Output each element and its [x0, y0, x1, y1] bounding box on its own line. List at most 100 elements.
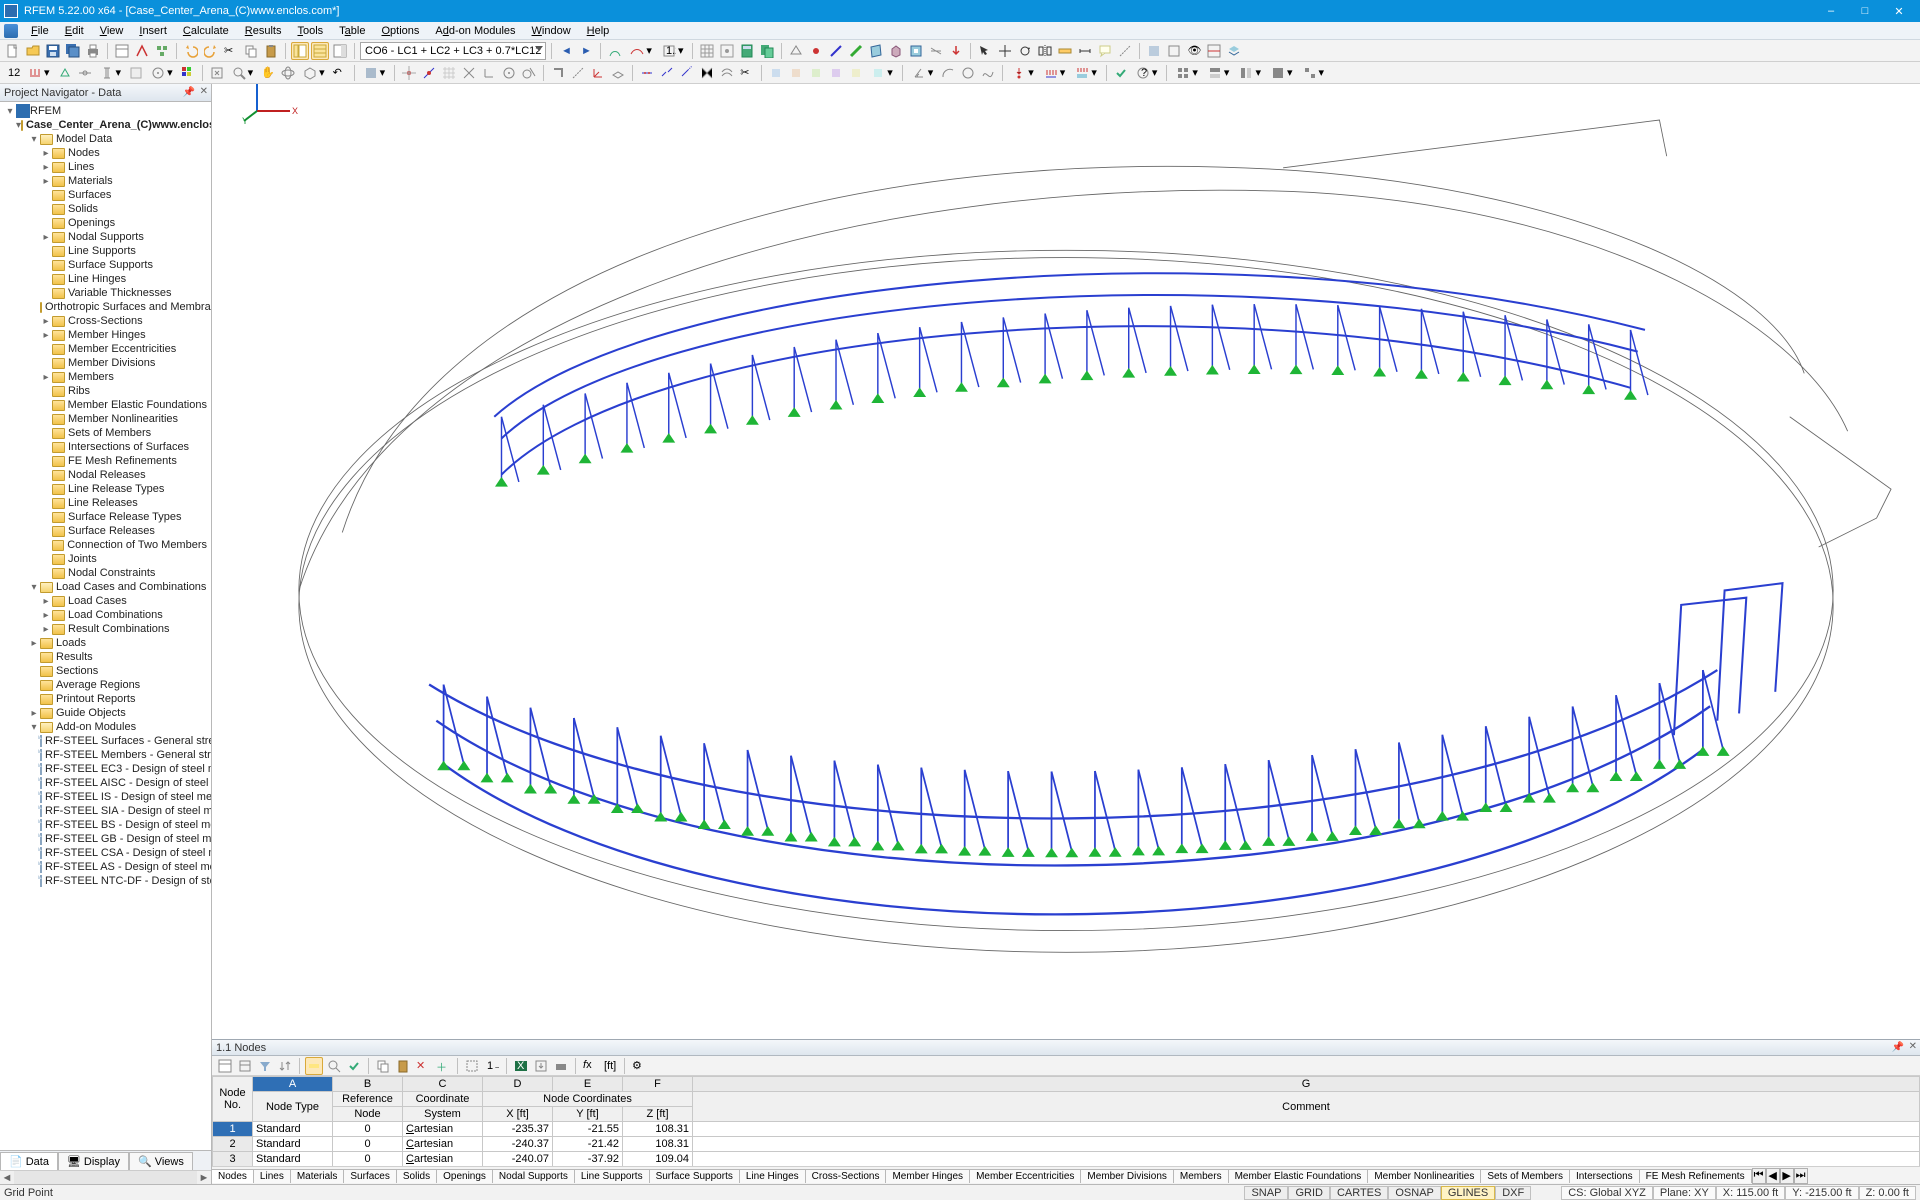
table-tab[interactable]: Surfaces — [343, 1169, 396, 1183]
table-tab[interactable]: Intersections — [1569, 1169, 1640, 1183]
view-solid-icon[interactable] — [1145, 42, 1163, 60]
surface-icon[interactable] — [867, 42, 885, 60]
col-x[interactable]: X [ft] — [483, 1107, 553, 1122]
view-set-4-icon[interactable]: ▾ — [1299, 64, 1329, 82]
status-cs[interactable]: CS: Global XYZ — [1561, 1186, 1653, 1200]
tbl-print-icon[interactable] — [552, 1057, 570, 1075]
open-file-icon[interactable] — [24, 42, 42, 60]
render-mode-icon[interactable]: ▾ — [360, 64, 390, 82]
copy-icon[interactable] — [242, 42, 260, 60]
table-tab[interactable]: Member Nonlinearities — [1367, 1169, 1481, 1183]
redo-icon[interactable] — [202, 42, 220, 60]
tree-item[interactable]: Member Eccentricities — [0, 342, 211, 356]
print-icon[interactable] — [84, 42, 102, 60]
table-tab[interactable]: Member Hinges — [885, 1169, 970, 1183]
tab-nav-button[interactable]: ⏭ — [1794, 1168, 1808, 1184]
tree-item[interactable]: Orthotropic Surfaces and Membrane — [0, 300, 211, 314]
col-z[interactable]: Z [ft] — [623, 1107, 693, 1122]
tbl-open-icon[interactable] — [216, 1057, 234, 1075]
save-icon[interactable] — [44, 42, 62, 60]
tree-item[interactable]: Surface Release Types — [0, 510, 211, 524]
tree-item[interactable]: Openings — [0, 216, 211, 230]
table-tab[interactable]: Solids — [396, 1169, 437, 1183]
col-node-no[interactable]: NodeNo. — [213, 1077, 253, 1122]
tree-item[interactable]: RF-STEEL EC3 - Design of steel mem… — [0, 762, 211, 776]
tree-item[interactable]: Average Regions — [0, 678, 211, 692]
pin-icon[interactable]: 📌 — [1892, 1042, 1904, 1053]
tool-e-icon[interactable] — [847, 64, 865, 82]
tbl-select-icon[interactable] — [463, 1057, 481, 1075]
pin-icon[interactable]: 📌 — [183, 87, 195, 98]
tbl-export-icon[interactable] — [532, 1057, 550, 1075]
menu-tools[interactable]: Tools — [290, 24, 330, 38]
tree-item[interactable]: Surfaces — [0, 188, 211, 202]
show-loads-icon[interactable]: ▾ — [24, 64, 54, 82]
connect-lines-icon[interactable] — [658, 64, 676, 82]
prev-loadcase-icon[interactable]: ◄ — [557, 42, 575, 60]
load-case-combo[interactable]: CO6 - LC1 + LC2 + LC3 + 0.7*LC12 — [360, 42, 546, 60]
tbl-goto-icon[interactable] — [325, 1057, 343, 1075]
tbl-sort-icon[interactable] — [276, 1057, 294, 1075]
model-viewport[interactable]: Z X Y Z X Y — [212, 84, 1920, 1039]
extend-line-icon[interactable] — [678, 64, 696, 82]
tool-b-icon[interactable] — [787, 64, 805, 82]
tbl-units-icon[interactable]: [ft] — [601, 1057, 619, 1075]
view-wire-icon[interactable] — [1165, 42, 1183, 60]
tree-item[interactable]: Load Cases — [0, 594, 211, 608]
menu-calculate[interactable]: Calculate — [176, 24, 236, 38]
table-row[interactable]: 3Standard0Cartesian-240.07-37.92109.04 — [213, 1152, 1920, 1167]
show-navigator-icon[interactable] — [291, 42, 309, 60]
menu-view[interactable]: View — [93, 24, 131, 38]
menu-results[interactable]: Results — [238, 24, 289, 38]
spline-icon[interactable] — [979, 64, 997, 82]
table-tab[interactable]: Member Elastic Foundations — [1228, 1169, 1369, 1183]
calc-icon[interactable] — [738, 42, 756, 60]
tree-item[interactable]: Lines — [0, 160, 211, 174]
tree-item[interactable]: Model Data — [0, 132, 211, 146]
pan-icon[interactable]: ✋ — [259, 64, 277, 82]
tree-item[interactable]: Printout Reports — [0, 692, 211, 706]
maximize-button[interactable]: □ — [1848, 0, 1882, 22]
check-model-icon[interactable] — [1112, 64, 1130, 82]
show-background-icon[interactable] — [127, 64, 145, 82]
nodal-load-icon[interactable]: ▾ — [1008, 64, 1038, 82]
tree-item[interactable]: Line Release Types — [0, 482, 211, 496]
tree-item[interactable]: Nodal Releases — [0, 468, 211, 482]
new-file-icon[interactable] — [4, 42, 22, 60]
arc-icon[interactable] — [939, 64, 957, 82]
tbl-apply-icon[interactable] — [345, 1057, 363, 1075]
menu-window[interactable]: Window — [525, 24, 578, 38]
tree-item[interactable]: Sections — [0, 664, 211, 678]
tbl-insert-icon[interactable]: ＋ — [434, 1057, 452, 1075]
tool-a-icon[interactable] — [767, 64, 785, 82]
show-values-icon[interactable]: 1.2▾ — [658, 42, 688, 60]
tree-item[interactable]: Load Combinations — [0, 608, 211, 622]
col-letter-d[interactable]: D — [483, 1077, 553, 1092]
snap-intersect-icon[interactable] — [460, 64, 478, 82]
tree-item[interactable]: Nodes — [0, 146, 211, 160]
table-title[interactable]: 1.1 Nodes 📌 ✕ — [212, 1040, 1920, 1056]
status-snap[interactable]: SNAP — [1244, 1186, 1288, 1200]
col-coords-hdr[interactable]: Node Coordinates — [483, 1092, 693, 1107]
col-sys[interactable]: System — [403, 1107, 483, 1122]
calc-all-icon[interactable] — [758, 42, 776, 60]
nodal-support-icon[interactable] — [787, 42, 805, 60]
col-letter-b[interactable]: B — [333, 1077, 403, 1092]
join-icon[interactable] — [698, 64, 716, 82]
status-plane[interactable]: Plane: XY — [1653, 1186, 1716, 1200]
show-supports-icon[interactable] — [56, 64, 74, 82]
table-tab[interactable]: Lines — [253, 1169, 291, 1183]
menu-addon[interactable]: Add-on Modules — [428, 24, 522, 38]
col-comment[interactable]: Comment — [693, 1092, 1920, 1122]
tree-item[interactable]: RF-STEEL Surfaces - General stress a… — [0, 734, 211, 748]
col-letter-a[interactable]: A — [253, 1077, 333, 1092]
menu-edit[interactable]: Edit — [58, 24, 91, 38]
guideline-icon[interactable] — [1116, 42, 1134, 60]
tree-item[interactable]: Result Combinations — [0, 622, 211, 636]
close-panel-icon[interactable]: ✕ — [200, 86, 208, 97]
paste-icon[interactable] — [262, 42, 280, 60]
results-on-icon[interactable] — [606, 42, 624, 60]
view-set-2-icon[interactable]: ▾ — [1235, 64, 1265, 82]
tree-item[interactable]: Case_Center_Arena_(C)www.enclos.com* — [0, 118, 211, 132]
snap-grid-icon[interactable] — [440, 64, 458, 82]
